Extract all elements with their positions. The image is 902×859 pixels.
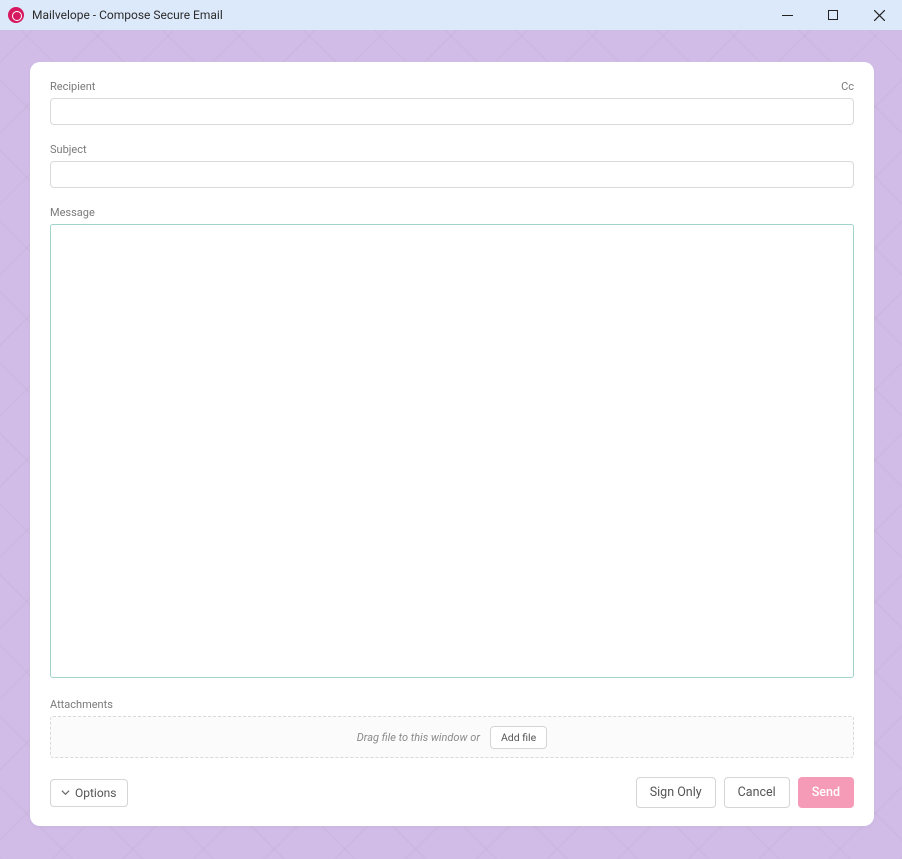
dropzone-text: Drag file to this window or bbox=[357, 731, 480, 744]
cc-toggle[interactable]: Cc bbox=[841, 80, 854, 93]
close-button[interactable] bbox=[856, 0, 902, 30]
subject-row: Subject bbox=[50, 143, 854, 188]
app-logo-icon bbox=[8, 7, 24, 23]
window-title: Mailvelope - Compose Secure Email bbox=[32, 8, 223, 22]
message-textarea[interactable] bbox=[50, 224, 854, 678]
message-label: Message bbox=[50, 206, 854, 219]
attachments-dropzone[interactable]: Drag file to this window or Add file bbox=[50, 716, 854, 758]
close-icon bbox=[874, 10, 885, 21]
cancel-button[interactable]: Cancel bbox=[724, 777, 790, 808]
options-button[interactable]: Options bbox=[50, 779, 128, 807]
maximize-button[interactable] bbox=[810, 0, 856, 30]
maximize-icon bbox=[828, 10, 839, 21]
options-label: Options bbox=[75, 786, 117, 800]
sign-only-button[interactable]: Sign Only bbox=[636, 777, 716, 808]
attachments-label: Attachments bbox=[50, 698, 854, 711]
message-row: Message bbox=[50, 206, 854, 682]
minimize-button[interactable] bbox=[764, 0, 810, 30]
send-button[interactable]: Send bbox=[798, 777, 854, 808]
window-titlebar: Mailvelope - Compose Secure Email bbox=[0, 0, 902, 30]
add-file-button[interactable]: Add file bbox=[490, 726, 547, 749]
recipient-label: Recipient bbox=[50, 80, 854, 93]
compose-footer: Options Sign Only Cancel Send bbox=[50, 777, 854, 808]
recipient-row: Recipient Cc bbox=[50, 80, 854, 125]
window-controls bbox=[764, 0, 902, 30]
compose-card: Recipient Cc Subject Message Attachments… bbox=[30, 62, 874, 826]
recipient-input[interactable] bbox=[50, 98, 854, 125]
subject-input[interactable] bbox=[50, 161, 854, 188]
subject-label: Subject bbox=[50, 143, 854, 156]
chevron-down-icon bbox=[61, 788, 70, 797]
minimize-icon bbox=[782, 10, 793, 21]
attachments-row: Attachments Drag file to this window or … bbox=[50, 698, 854, 758]
footer-actions: Sign Only Cancel Send bbox=[636, 777, 854, 808]
